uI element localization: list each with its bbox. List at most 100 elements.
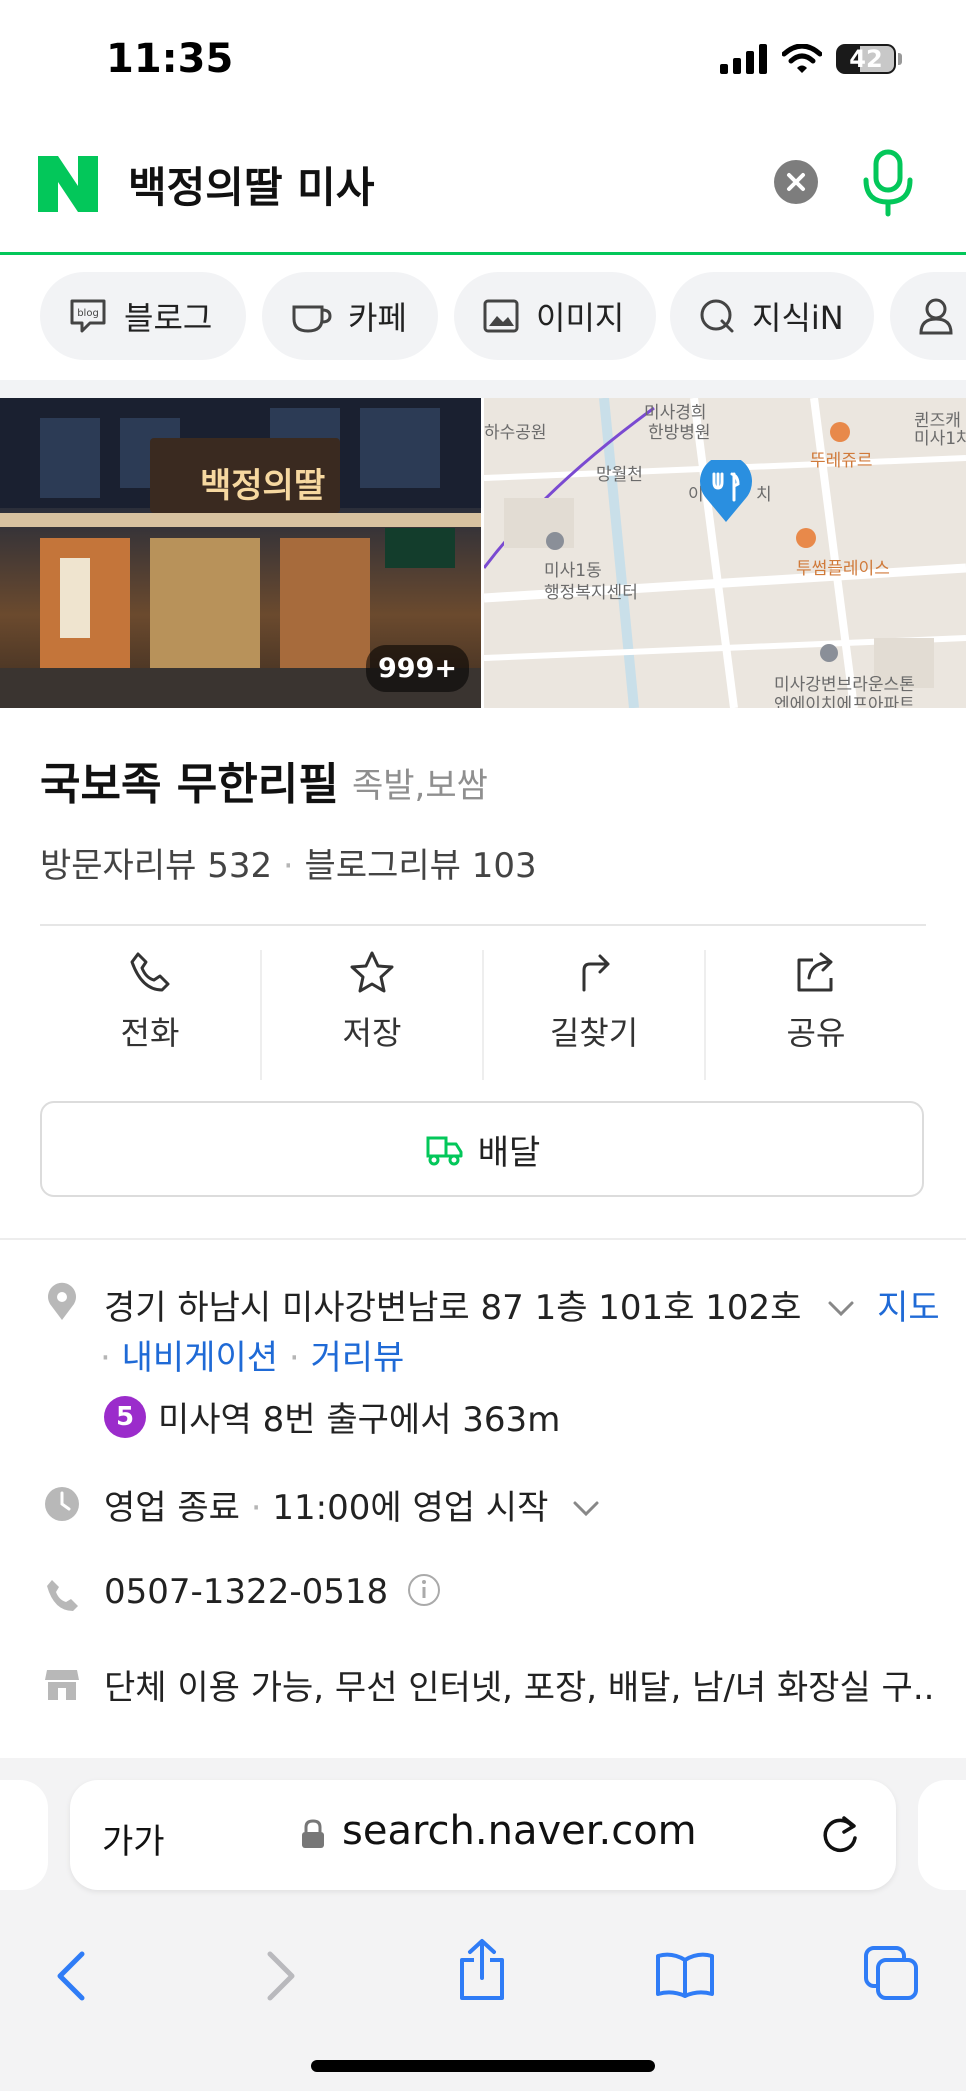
tab-image-label: 이미지 [536,299,625,337]
map-link[interactable]: 지도 [877,1288,940,1328]
text-size-button[interactable]: 가가 [102,1814,165,1863]
subway-info: 5 미사역 8번 출구에서 363m [104,1392,560,1441]
subway-line-badge: 5 [104,1395,146,1438]
action-bar: 전화 저장 길찾기 공유 [40,950,926,1080]
clock-icon [45,1487,79,1521]
map-label: 치 [756,485,772,505]
chevron-down-icon [573,1501,599,1517]
chevron-down-icon[interactable] [826,1299,856,1319]
map-label: 엔에이치에프아파트 [774,695,915,708]
browser-nav-bar [0,1920,966,2030]
naver-logo-icon[interactable] [38,156,98,212]
microphone-icon[interactable] [860,148,916,218]
call-label: 전화 [120,1014,180,1052]
address-row: 경기 하남시 미사강변남로 87 1층 101호 102호 지도 [104,1280,940,1329]
tab-blog-label: 블로그 [124,299,213,337]
location-pin-icon [48,1282,76,1320]
back-icon[interactable] [54,1950,90,2002]
hours-row[interactable]: 영업 종료 · 11:00에 영업 시작 [104,1480,601,1529]
government-poi-icon [546,532,564,550]
divider [0,1238,966,1240]
battery-icon: 42 [836,44,902,74]
status-icons: 42 [720,44,902,74]
restaurant-photo[interactable]: 백정의딸 999+ [0,398,481,708]
address-bar[interactable]: 가가 search.naver.com [70,1780,896,1890]
directions-button[interactable]: 길찾기 [484,950,706,1080]
tab-image[interactable]: 이미지 [454,272,656,360]
tab-cafe[interactable]: 카페 [262,272,438,360]
separator-dot: · [250,1488,273,1528]
map-roads [484,398,966,708]
forward-icon[interactable] [262,1950,298,2002]
navigation-link[interactable]: 내비게이션 [122,1338,278,1378]
share-icon[interactable] [456,1938,508,2002]
place-title[interactable]: 국보족 무한리필 [40,748,339,812]
next-tab-card[interactable] [918,1780,966,1890]
tabs-icon[interactable] [862,1944,920,2002]
map-label: 행정복지센터 [544,583,638,603]
photo-count-badge: 999+ [366,645,469,692]
delivery-label: 배달 [477,1132,541,1173]
directions-label: 길찾기 [549,1014,639,1052]
map-label: 투썸플레이스 [796,559,890,579]
delivery-button[interactable]: 배달 [40,1101,924,1197]
battery-level: 42 [849,45,883,73]
person-icon [919,298,953,335]
section-divider [0,380,966,398]
address-text[interactable]: 경기 하남시 미사강변남로 87 1층 101호 102호 [104,1288,801,1328]
phone-number[interactable]: 0507-1322-0518 [104,1572,388,1612]
facilities-text[interactable]: 단체 이용 가능, 무선 인터넷, 포장, 배달, 남/녀 화장실 구... [104,1660,934,1709]
review-summary: 방문자리뷰 532 · 블로그리뷰 103 [40,838,537,887]
directions-icon [582,954,610,992]
tab-kin[interactable]: 지식iN [670,272,874,360]
clear-search-button[interactable] [774,160,818,204]
share-icon [797,952,833,992]
bakery-icon [830,422,850,442]
bookmarks-icon[interactable] [654,1950,716,2000]
place-category: 족발,보쌈 [352,766,488,806]
tab-cafe-label: 카페 [348,299,407,337]
cafe-cup-icon [292,305,332,333]
separator-dot: · [100,1338,122,1378]
svg-text:blog: blog [77,308,99,319]
phone-row: 0507-1322-0518 [104,1572,441,1612]
street-view-link[interactable]: 거리뷰 [310,1338,404,1378]
sign-text: 백정의딸 [200,466,326,506]
separator-dot: · [282,846,305,886]
url-text[interactable]: search.naver.com [342,1808,697,1854]
tab-blog[interactable]: blog 블로그 [40,272,246,360]
hours-next: 11:00에 영업 시작 [272,1488,549,1528]
phone-icon [130,952,170,992]
map-label: 한방병원 [648,423,711,443]
tab-kin-label: 지식iN [752,299,844,337]
home-indicator [311,2060,655,2072]
address-links: · 내비게이션 · 거리뷰 [100,1330,404,1379]
search-input[interactable]: 백정의딸 미사 [128,154,374,215]
call-button[interactable]: 전화 [40,950,262,1080]
tab-people[interactable] [890,272,966,360]
hours-status: 영업 종료 [104,1488,240,1528]
share-button[interactable]: 공유 [706,950,926,1080]
delivery-truck-icon [426,1136,463,1166]
status-time: 11:35 [106,36,234,82]
previous-tab-card[interactable] [0,1780,48,1890]
divider [40,924,926,926]
search-header: 백정의딸 미사 [0,140,966,255]
map-thumbnail[interactable]: 미사경희 한방병원 하수공원 망월천 뚜레쥬르 투썸플레이스 미사1동 행정복지… [484,398,966,708]
save-button[interactable]: 저장 [262,950,484,1080]
reload-icon[interactable] [818,1812,862,1858]
map-label: 망월천 [596,465,643,485]
subway-text: 미사역 8번 출구에서 363m [158,1400,561,1440]
apartment-poi-icon [820,644,838,662]
save-label: 저장 [342,1014,402,1052]
visitor-reviews-link[interactable]: 방문자리뷰 532 [40,846,272,886]
phone-icon [47,1580,78,1611]
separator-dot: · [288,1338,311,1378]
search-category-tabs: blog 블로그 카페 이미지 지식iN [0,272,966,362]
store-icon [45,1670,79,1700]
map-pin-icon [700,460,752,522]
blog-reviews-link[interactable]: 블로그리뷰 103 [305,846,537,886]
info-icon[interactable] [407,1573,441,1607]
wifi-icon [782,44,822,73]
q-icon [700,299,734,333]
